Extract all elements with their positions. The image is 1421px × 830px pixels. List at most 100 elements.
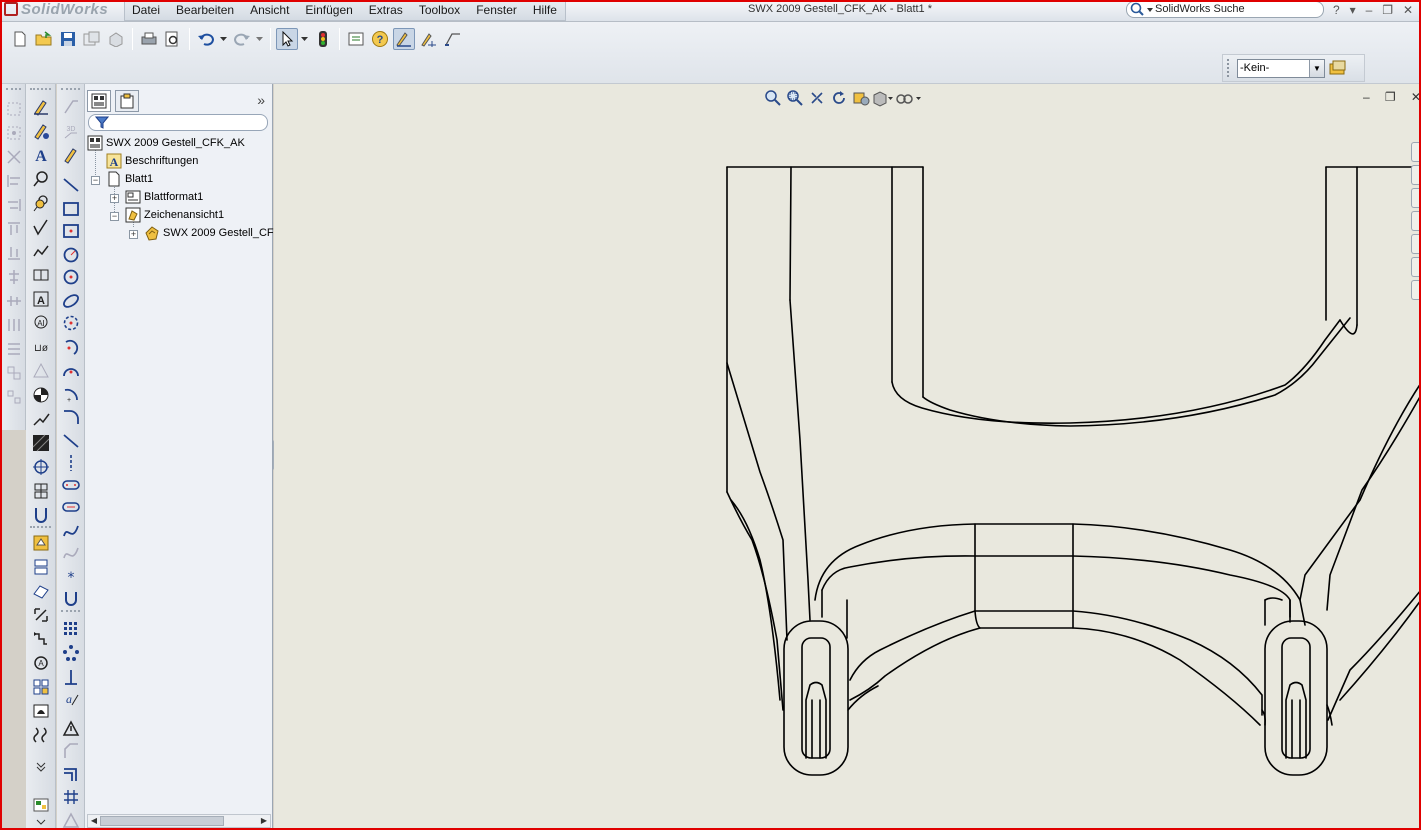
menu-datei[interactable]: Datei (125, 0, 169, 20)
chamfer-icon[interactable] (57, 740, 84, 762)
layer-select[interactable]: -Kein- ▼ (1237, 58, 1325, 78)
datum-axis-icon[interactable] (57, 666, 84, 688)
sketch-icon[interactable] (441, 28, 463, 50)
convert-entities-icon[interactable] (57, 810, 84, 830)
toolbar-grip[interactable] (30, 88, 51, 91)
doc-minimize-button[interactable]: – (1363, 90, 1370, 104)
block-icon[interactable] (26, 480, 55, 502)
redo-icon[interactable] (231, 28, 253, 50)
hole-callout-icon[interactable] (26, 264, 55, 286)
centerpoint-arc-icon[interactable] (57, 336, 84, 358)
tree-node-drawing-view[interactable]: Zeichenansicht1 (125, 206, 224, 224)
toolbar-grip[interactable] (6, 88, 21, 91)
center-horizontal-icon[interactable] (2, 266, 25, 288)
standard-views-icon[interactable] (26, 676, 55, 698)
scroll-right-icon[interactable]: ▶ (258, 815, 270, 827)
layer-properties-icon[interactable] (1329, 60, 1347, 76)
area-hatch-icon[interactable] (26, 432, 55, 454)
center-vertical-icon[interactable] (2, 290, 25, 312)
doc-restore-button[interactable]: ❐ (1385, 90, 1396, 104)
offset-icon[interactable] (57, 764, 84, 786)
select-dropdown-icon[interactable] (300, 28, 310, 50)
print-preview-icon[interactable] (162, 28, 184, 50)
redo-dropdown-icon[interactable] (255, 28, 265, 50)
construction-line-icon[interactable] (57, 452, 84, 474)
restore-button[interactable]: ❐ (1382, 3, 1393, 17)
collapse-toggle[interactable]: − (110, 212, 119, 221)
pan-icon[interactable] (806, 89, 828, 107)
save-icon[interactable] (57, 28, 79, 50)
align-group-icon[interactable] (2, 122, 25, 144)
broken-out-section-icon[interactable] (26, 700, 55, 722)
task-pane-home-tab[interactable] (1411, 142, 1421, 162)
note-icon[interactable]: A (26, 144, 55, 166)
help-icon[interactable]: ? (369, 28, 391, 50)
zoom-to-area-icon[interactable] (784, 89, 806, 107)
display-style-icon[interactable] (872, 89, 894, 107)
task-pane-explorer-tab[interactable] (1411, 211, 1421, 231)
spline-on-surface-icon[interactable] (57, 542, 84, 564)
polygon-icon[interactable] (57, 266, 84, 288)
scroll-left-icon[interactable]: ◀ (88, 815, 100, 827)
chevron-down-icon[interactable]: ▼ (1309, 59, 1324, 77)
auto-balloon-icon[interactable] (26, 192, 55, 214)
sketch-tool-icon[interactable] (57, 96, 84, 118)
task-pane-appearance-tab[interactable] (1411, 257, 1421, 277)
rebuild-icon[interactable] (312, 28, 334, 50)
toolbar-grip[interactable] (61, 610, 80, 613)
balloon-icon[interactable] (26, 168, 55, 190)
task-pane-resources-tab[interactable] (1411, 165, 1421, 185)
ungroup-icon[interactable] (2, 386, 25, 408)
smart-dimension-tool-icon[interactable] (26, 96, 55, 118)
task-pane-palette-tab[interactable] (1411, 234, 1421, 254)
smart-dimension-icon[interactable] (417, 28, 439, 50)
center-mark-icon[interactable] (26, 384, 55, 406)
menu-bearbeiten[interactable]: Bearbeiten (169, 0, 243, 20)
menu-hilfe[interactable]: Hilfe (526, 0, 566, 20)
tree-filter-input[interactable] (88, 114, 268, 131)
line-icon[interactable] (57, 174, 84, 196)
tree-root-node[interactable]: SWX 2009 Gestell_CFK_AK (87, 134, 245, 152)
3-point-arc-icon[interactable]: + (57, 384, 84, 406)
section-view-icon[interactable] (26, 604, 55, 626)
tab-property-manager[interactable] (115, 90, 139, 112)
align-right-icon[interactable] (2, 194, 25, 216)
expand-toggle[interactable]: + (110, 194, 119, 203)
weld-symbol-icon[interactable] (26, 240, 55, 262)
model-view-icon[interactable] (26, 532, 55, 554)
menu-einfuegen[interactable]: Einfügen (298, 0, 361, 20)
circle-icon[interactable] (57, 244, 84, 266)
expand-toggle[interactable]: + (129, 230, 138, 239)
magnet-icon[interactable] (57, 588, 84, 610)
model-items-icon[interactable] (26, 120, 55, 142)
geometric-tolerance-icon[interactable]: A (26, 288, 55, 310)
collapse-toggle[interactable]: − (91, 176, 100, 185)
menu-fenster[interactable]: Fenster (469, 0, 526, 20)
surface-finish-icon[interactable] (26, 216, 55, 238)
help-menu-button[interactable]: ? (1333, 3, 1340, 17)
datum-target-icon[interactable]: ⊔ø (26, 336, 55, 358)
expand-toolbar-icon[interactable] (26, 756, 55, 778)
tree-node-annotations[interactable]: A Beschriftungen (106, 152, 198, 170)
detail-view-icon[interactable]: A (26, 652, 55, 674)
collapse-panel-button[interactable]: » (257, 92, 265, 108)
task-pane-library-tab[interactable] (1411, 188, 1421, 208)
spline-icon[interactable] (57, 520, 84, 542)
ellipse-icon[interactable] (57, 290, 84, 312)
new-document-icon[interactable] (9, 28, 31, 50)
point-icon[interactable]: * (57, 566, 84, 588)
rectangle-icon[interactable] (57, 198, 84, 220)
open-icon[interactable] (33, 28, 55, 50)
select-icon[interactable] (276, 28, 298, 50)
tangent-arc-icon[interactable] (57, 360, 84, 382)
magnetic-line-icon[interactable] (26, 504, 55, 526)
auxiliary-view-icon[interactable] (26, 580, 55, 602)
toolbar-grip[interactable] (1227, 59, 1231, 77)
centerline-icon[interactable] (26, 408, 55, 430)
datum-feature-icon[interactable]: AI (26, 312, 55, 334)
drawing-canvas[interactable]: – ❐ ✕ (274, 84, 1421, 830)
menu-ansicht[interactable]: Ansicht (243, 0, 298, 20)
doc-close-button[interactable]: ✕ (1411, 90, 1421, 104)
task-pane-custom-tab[interactable] (1411, 280, 1421, 300)
projected-view-icon[interactable] (26, 556, 55, 578)
